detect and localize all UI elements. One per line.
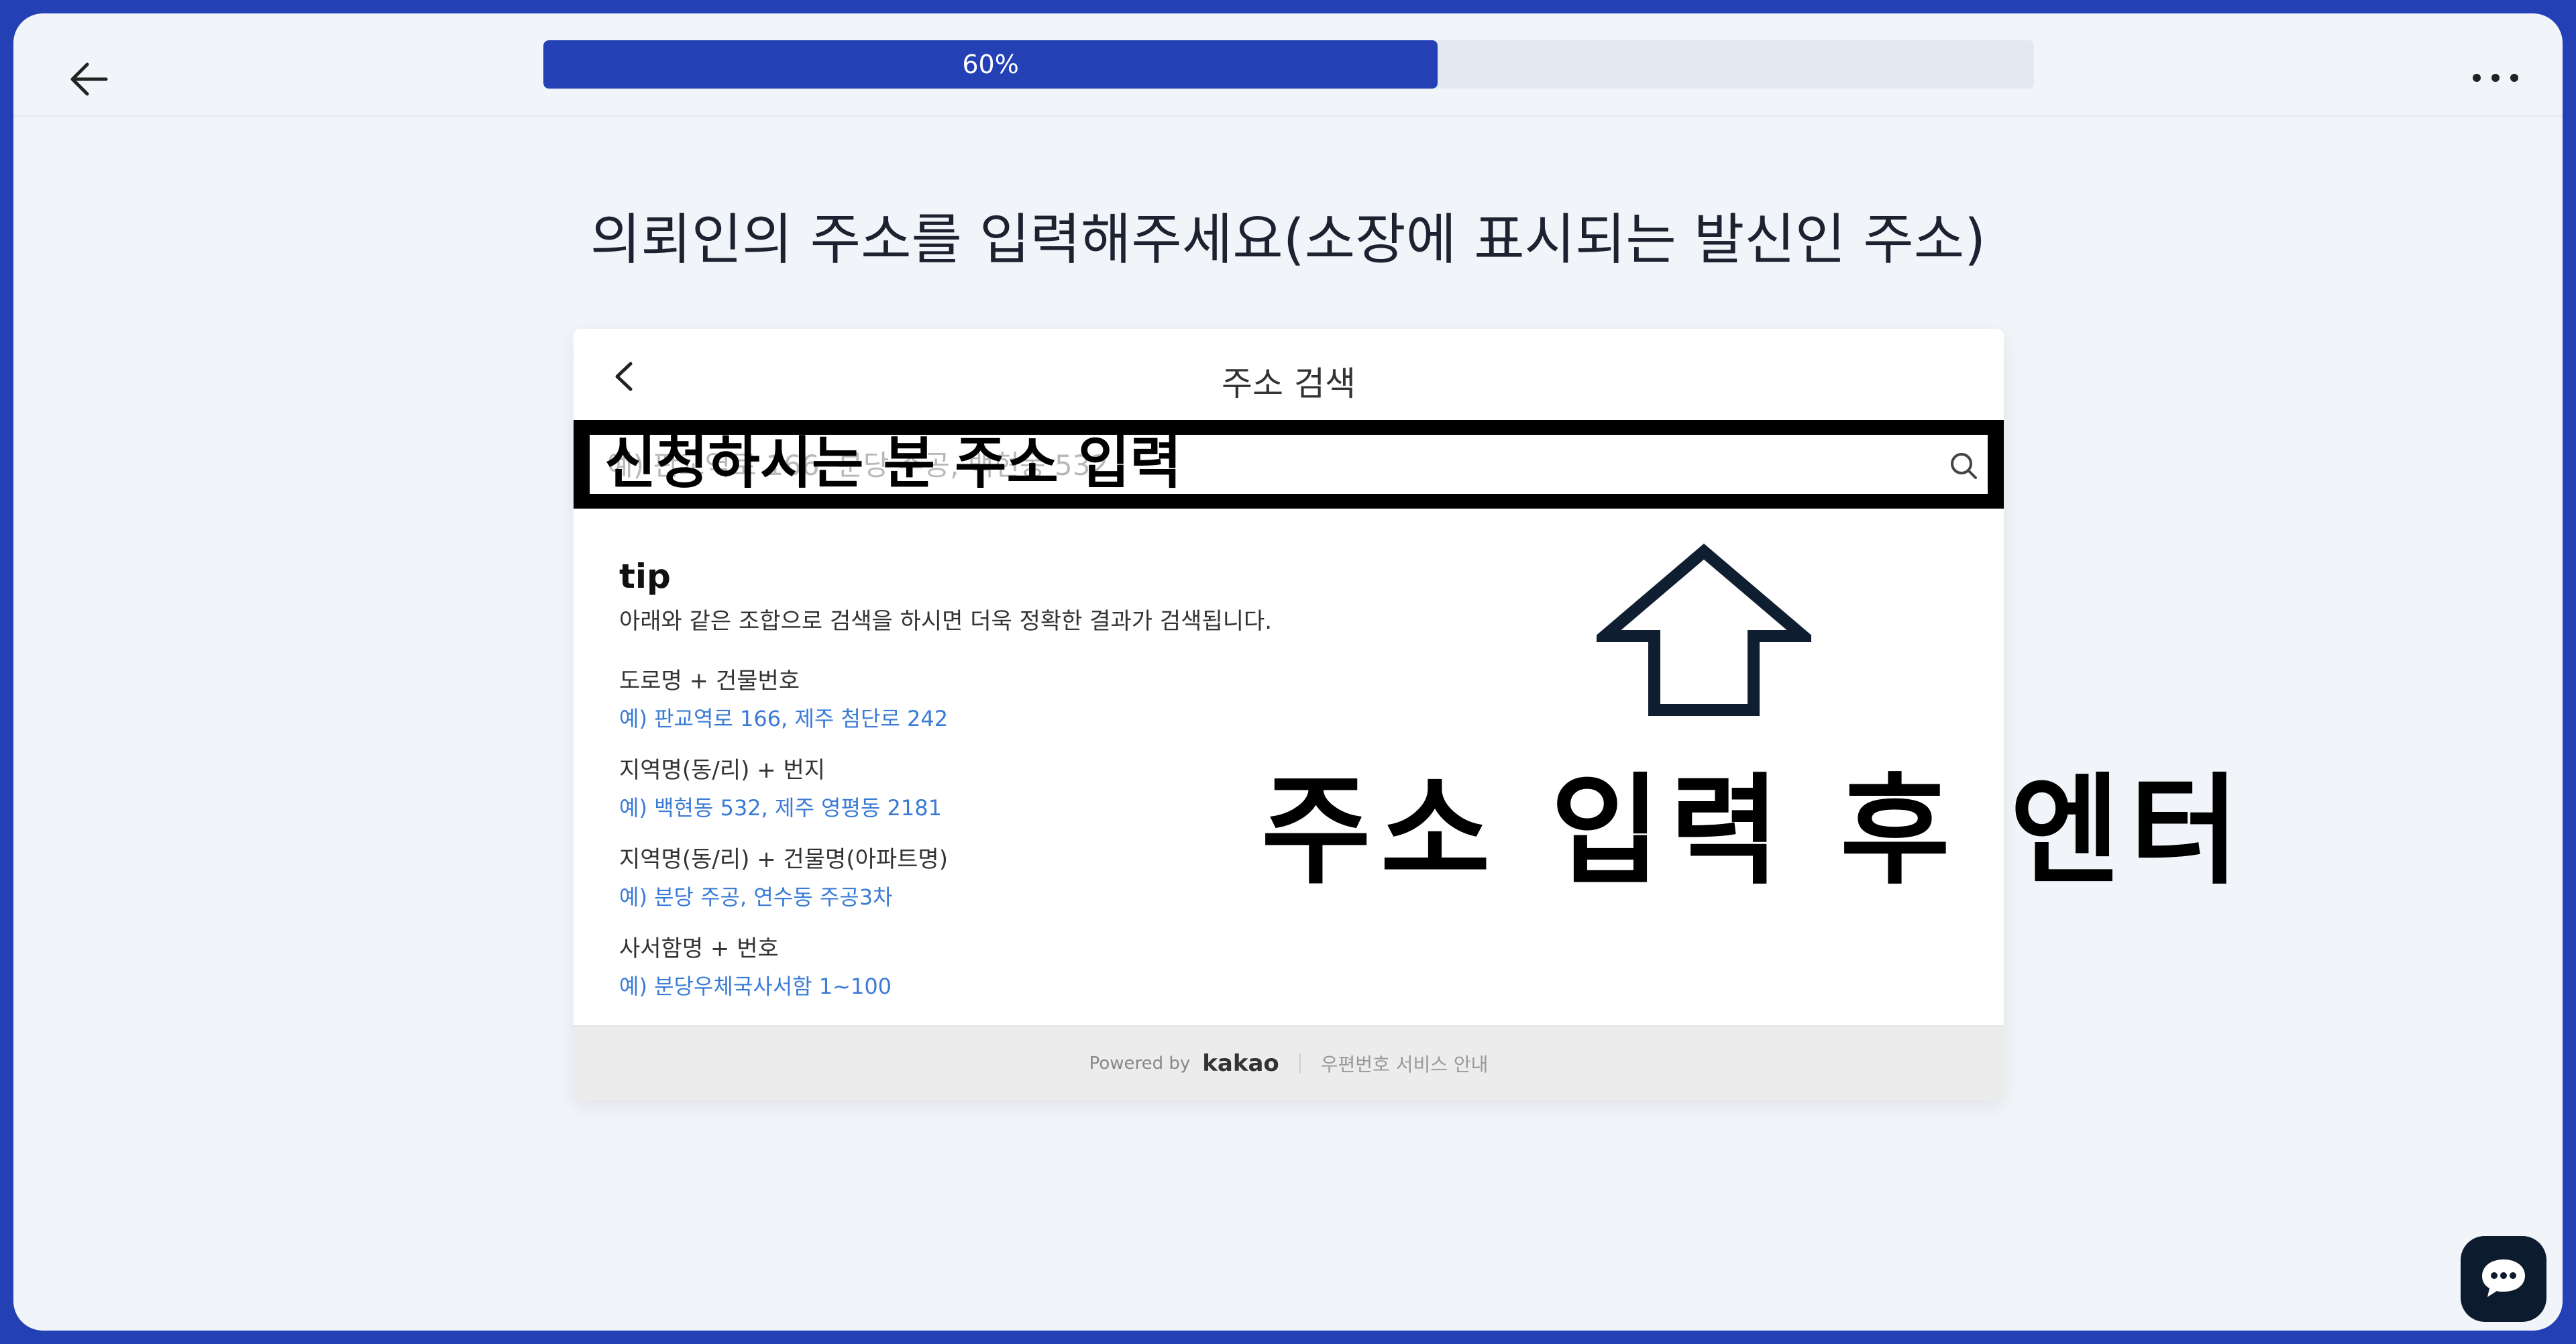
tip-description: 아래와 같은 조합으로 검색을 하시면 더욱 정확한 결과가 검색됩니다.	[619, 608, 1273, 635]
arrow-up-outline-icon	[1597, 544, 1811, 716]
search-button[interactable]	[1945, 447, 1982, 484]
tip-section: tip 아래와 같은 조합으로 검색을 하시면 더욱 정확한 결과가 검색됩니다…	[619, 557, 1272, 1019]
chat-bubble-icon	[2482, 1259, 2525, 1297]
search-box-highlight: 신청하시는 분 주소 입력	[574, 420, 2004, 509]
top-bar: 60%	[13, 13, 2563, 117]
powered-by-label: Powered by	[1089, 1053, 1191, 1074]
tip-item-example: 예) 분당 주공, 연수동 주공3차	[619, 884, 893, 910]
kakao-logo: kakao	[1202, 1050, 1279, 1077]
search-field-container: 신청하시는 분 주소 입력	[590, 430, 1988, 496]
tip-item: 사서함명 + 번호 예) 분당우체국사서함 1~100	[619, 930, 1272, 1000]
tip-item-label: 지역명(동/리) + 건물명(아파트명)	[619, 846, 948, 873]
instruction-annotation: 주소 입력 후 엔터	[1261, 762, 2249, 900]
back-button[interactable]	[52, 46, 126, 113]
search-icon	[1951, 453, 1977, 479]
tip-item-example: 예) 판교역로 166, 제주 첨단로 242	[619, 706, 949, 731]
tip-item: 도로명 + 건물번호 예) 판교역로 166, 제주 첨단로 242	[619, 662, 1272, 733]
postal-service-info-link[interactable]: 우편번호 서비스 안내	[1321, 1050, 1489, 1077]
arrow-left-icon	[70, 62, 108, 96]
dialog-title: 주소 검색	[1222, 364, 1356, 403]
tip-item-label: 사서함명 + 번호	[619, 935, 779, 962]
ellipsis-icon	[2473, 74, 2518, 82]
tip-item-label: 도로명 + 건물번호	[619, 668, 800, 694]
footer-divider	[1299, 1053, 1301, 1074]
tip-item: 지역명(동/리) + 건물명(아파트명) 예) 분당 주공, 연수동 주공3차	[619, 841, 1272, 911]
progress-fill: 60%	[543, 40, 1438, 89]
chat-button[interactable]	[2461, 1236, 2546, 1322]
search-overlay-label: 신청하시는 분 주소 입력	[604, 430, 1182, 496]
tip-item-label: 지역명(동/리) + 번지	[619, 757, 826, 784]
tip-item: 지역명(동/리) + 번지 예) 백현동 532, 제주 영평동 2181	[619, 752, 1272, 822]
tip-title: tip	[619, 557, 671, 596]
app-frame: 60% 의뢰인의 주소를 입력해주세요(소장에 표시되는 발신인 주소) 주소 …	[13, 13, 2563, 1331]
page-title: 의뢰인의 주소를 입력해주세요(소장에 표시되는 발신인 주소)	[590, 208, 1986, 272]
tip-item-example: 예) 백현동 532, 제주 영평동 2181	[619, 795, 942, 821]
more-button[interactable]	[2462, 51, 2529, 105]
tip-item-example: 예) 분당우체국사서함 1~100	[619, 974, 892, 999]
dialog-footer: Powered by kakao 우편번호 서비스 안내	[574, 1025, 2004, 1100]
dialog-header: 주소 검색	[574, 329, 2004, 416]
progress-label: 60%	[962, 50, 1019, 79]
progress-bar: 60%	[543, 40, 2034, 89]
